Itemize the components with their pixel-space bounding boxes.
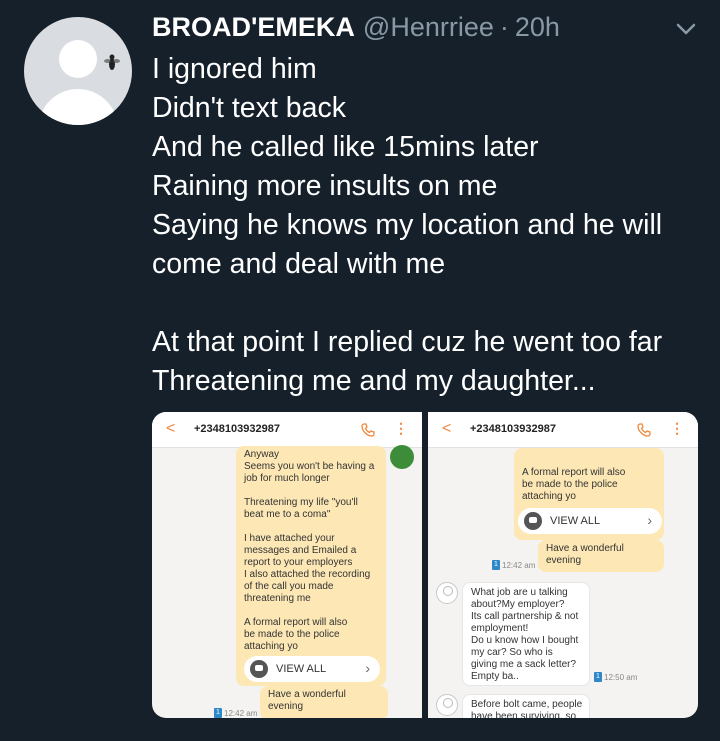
tweet-media[interactable]: < +2348103932987 ⋮ Anyway Seems you won'…	[152, 412, 698, 718]
sms-top-bar: < +2348103932987 ⋮	[428, 412, 698, 448]
display-name[interactable]: BROAD'EMEKA	[152, 12, 355, 43]
media-image-right[interactable]: < +2348103932987 ⋮ A formal report will …	[428, 412, 698, 718]
leaf-avatar-icon	[390, 445, 414, 469]
received-message-text: What job are u talking about?My employer…	[471, 587, 579, 682]
avatar-body	[38, 89, 118, 125]
tweet-line: Threatening me and my daughter...	[152, 365, 596, 397]
tweet-line: Raining more insults on me	[152, 170, 498, 202]
avatar-fly-icon	[104, 54, 120, 70]
sent-message-bubble: Anyway Seems you won't be having a job f…	[236, 446, 386, 686]
contact-avatar-icon	[436, 694, 458, 716]
avatar[interactable]	[24, 17, 132, 125]
received-message-text: Before bolt came, people have been survi…	[471, 699, 583, 718]
tweet-header: BROAD'EMEKA @Henrriee · 20h	[152, 12, 560, 48]
phone-number: +2348103932987	[470, 423, 556, 435]
chevron-right-icon: ›	[365, 660, 370, 676]
sms-top-bar: < +2348103932987 ⋮	[152, 412, 422, 448]
chevron-down-icon[interactable]	[674, 22, 698, 38]
sent-message-text: Anyway Seems you won't be having a job f…	[244, 449, 375, 652]
sim-badge: 1	[492, 560, 500, 570]
timestamp-text: 12:42 am	[502, 560, 536, 570]
sent-message-bubble: Have a wonderful evening	[538, 540, 664, 572]
tweet[interactable]: BROAD'EMEKA @Henrriee · 20h I ignored hi…	[0, 0, 720, 741]
back-arrow-icon: <	[442, 420, 452, 437]
avatar-head	[59, 40, 97, 78]
sent-message-text: Have a wonderful evening	[268, 689, 346, 712]
tweet-time[interactable]: 20h	[515, 12, 560, 43]
chevron-right-icon: ›	[647, 512, 652, 528]
more-vert-icon: ⋮	[670, 420, 684, 436]
tweet-line: come and deal with me	[152, 248, 446, 280]
tweet-line: And he called like 15mins later	[152, 131, 539, 163]
view-all-label: VIEW ALL	[276, 663, 327, 675]
view-all-button: VIEW ALL ›	[244, 656, 380, 682]
message-timestamp: 1 12:42 am	[492, 560, 535, 570]
tweet-line: I ignored him	[152, 53, 317, 85]
phone-icon	[361, 423, 375, 437]
message-timestamp: 1 12:42 am	[214, 708, 257, 718]
sent-message-text: A formal report will also be made to the…	[522, 467, 626, 502]
sent-message-bubble: Have a wonderful evening	[260, 686, 388, 718]
more-vert-icon: ⋮	[394, 420, 408, 436]
message-icon	[524, 512, 542, 530]
received-message-bubble: What job are u talking about?My employer…	[462, 582, 590, 686]
back-arrow-icon: <	[166, 420, 176, 437]
received-message-bubble: Before bolt came, people have been survi…	[462, 694, 590, 718]
timestamp-text: 12:42 am	[224, 708, 258, 718]
message-icon	[250, 660, 268, 678]
sim-badge: 1	[594, 672, 602, 682]
tweet-line	[152, 284, 712, 323]
tweet-line: Saying he knows my location and he will	[152, 209, 663, 241]
timestamp-text: 12:50 am	[604, 672, 638, 682]
contact-avatar-icon	[436, 582, 458, 604]
user-handle[interactable]: @Henrriee	[363, 12, 494, 43]
tweet-line: Didn't text back	[152, 92, 346, 124]
message-timestamp: 1 12:50 am	[594, 672, 637, 682]
separator-dot: ·	[499, 12, 509, 42]
phone-icon	[637, 423, 651, 437]
tweet-text: I ignored him Didn't text back And he ca…	[152, 50, 712, 401]
sim-badge: 1	[214, 708, 222, 718]
view-all-button: VIEW ALL ›	[518, 508, 662, 534]
media-image-left[interactable]: < +2348103932987 ⋮ Anyway Seems you won'…	[152, 412, 422, 718]
sent-message-text: Have a wonderful evening	[546, 543, 624, 566]
view-all-label: VIEW ALL	[550, 515, 601, 527]
tweet-line: At that point I replied cuz he went too …	[152, 326, 663, 358]
phone-number: +2348103932987	[194, 423, 280, 435]
